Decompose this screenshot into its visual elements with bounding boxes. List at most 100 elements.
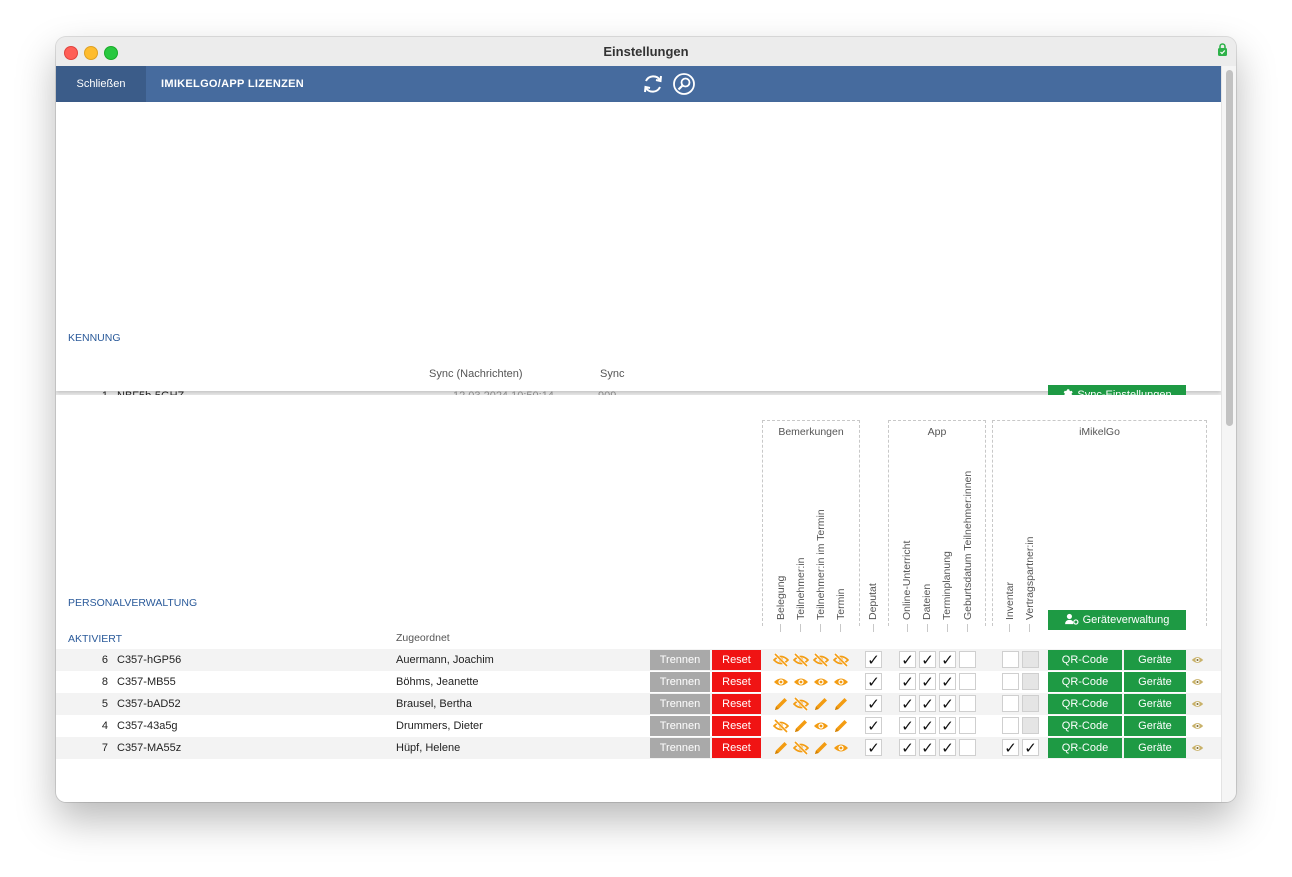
app-permission-checkbox[interactable]: ✓ (899, 673, 916, 690)
deputat-checkbox[interactable]: ✓ (865, 651, 882, 668)
eye-icon[interactable] (833, 741, 849, 755)
eye-slash-icon[interactable] (792, 696, 810, 712)
eye-icon[interactable] (773, 675, 789, 689)
imikelgo-permission-checkbox[interactable]: ✓ (1022, 739, 1039, 756)
qr-code-button[interactable]: QR-Code (1048, 672, 1122, 692)
qr-code-button[interactable]: QR-Code (1048, 738, 1122, 758)
device-code: C357-hGP56 (117, 654, 182, 666)
disconnect-button[interactable]: Trennen (650, 738, 710, 758)
eye-icon[interactable] (1191, 721, 1204, 731)
eye-icon[interactable] (1191, 655, 1204, 665)
imikelgo-permission-checkbox[interactable] (1002, 717, 1019, 734)
app-permission-checkbox[interactable]: ✓ (919, 651, 936, 668)
close-button[interactable]: Schließen (56, 66, 146, 102)
app-permission-checkbox[interactable]: ✓ (939, 695, 956, 712)
col-terminplanung: Terminplanung (941, 551, 953, 620)
disconnect-button[interactable]: Trennen (650, 716, 710, 736)
qr-code-button[interactable]: QR-Code (1048, 716, 1122, 736)
reset-button[interactable]: Reset (712, 738, 761, 758)
app-permission-checkbox[interactable]: ✓ (899, 695, 916, 712)
devices-button[interactable]: Geräte (1124, 738, 1186, 758)
scrollbar-thumb[interactable] (1226, 70, 1233, 426)
eye-icon[interactable] (813, 719, 829, 733)
pencil-icon[interactable] (833, 697, 849, 711)
table-row[interactable]: 6 C357-hGP56 Auermann, Joachim Trennen Reset… (56, 649, 1221, 671)
table-row[interactable]: 8 C357-MB55 Böhms, Jeanette Trennen Reset ✓ ✓ ✓… (56, 671, 1221, 693)
eye-icon[interactable] (793, 675, 809, 689)
app-permission-checkbox[interactable]: ✓ (919, 717, 936, 734)
eye-slash-icon[interactable] (772, 718, 790, 734)
eye-slash-icon[interactable] (792, 652, 810, 668)
deputat-checkbox[interactable]: ✓ (865, 739, 882, 756)
qr-code-button[interactable]: QR-Code (1048, 694, 1122, 714)
app-permission-checkbox[interactable]: ✓ (919, 695, 936, 712)
app-permission-checkbox[interactable] (959, 651, 976, 668)
disconnect-button[interactable]: Trennen (650, 694, 710, 714)
app-permission-checkbox[interactable]: ✓ (899, 717, 916, 734)
pencil-icon[interactable] (813, 741, 829, 755)
pencil-icon[interactable] (773, 697, 789, 711)
reset-button[interactable]: Reset (712, 694, 761, 714)
reset-button[interactable]: Reset (712, 716, 761, 736)
deputat-checkbox[interactable]: ✓ (865, 673, 882, 690)
devices-button[interactable]: Geräte (1124, 694, 1186, 714)
app-permission-checkbox[interactable]: ✓ (919, 739, 936, 756)
devices-button[interactable]: Geräte (1124, 650, 1186, 670)
app-permission-checkbox[interactable] (959, 717, 976, 734)
qr-code-button[interactable]: QR-Code (1048, 650, 1122, 670)
row-number: 5 (101, 698, 108, 710)
reset-button[interactable]: Reset (712, 650, 761, 670)
eye-slash-icon[interactable] (832, 652, 850, 668)
eye-icon[interactable] (813, 675, 829, 689)
disconnect-button[interactable]: Trennen (650, 672, 710, 692)
imikelgo-permission-checkbox[interactable]: ✓ (1002, 739, 1019, 756)
eye-slash-icon[interactable] (772, 652, 790, 668)
app-permission-checkbox[interactable]: ✓ (919, 673, 936, 690)
imikelgo-permission-checkbox[interactable] (1002, 695, 1019, 712)
deputat-checkbox[interactable]: ✓ (865, 717, 882, 734)
licenses-tab[interactable]: IMIKELGO/APP LIZENZEN (161, 66, 304, 102)
imikelgo-permission-checkbox[interactable] (1002, 673, 1019, 690)
app-permission-checkbox[interactable]: ✓ (899, 739, 916, 756)
eye-slash-icon[interactable] (812, 652, 830, 668)
pencil-icon[interactable] (793, 719, 809, 733)
scrollbar[interactable] (1221, 66, 1236, 802)
col-teilnehmer-termin: Teilnehmer:in im Termin (815, 509, 827, 620)
app-permission-checkbox[interactable]: ✓ (939, 651, 956, 668)
imikelgo-permission-checkbox[interactable] (1002, 651, 1019, 668)
kennung-panel: KENNUNG Sync (Nachrichten) Sync 1 NBF5b-… (56, 102, 1221, 405)
disconnect-button[interactable]: Trennen (650, 650, 710, 670)
table-row[interactable]: 7 C357-MA55z Hüpf, Helene Trennen Reset ✓ ✓ ✓ ✓ ✓… (56, 737, 1221, 759)
app-permission-checkbox[interactable]: ✓ (939, 717, 956, 734)
table-row[interactable]: 5 C357-bAD52 Brausel, Bertha Trennen Reset ✓ ✓… (56, 693, 1221, 715)
app-permission-checkbox[interactable] (959, 695, 976, 712)
tick (947, 624, 948, 632)
search-icon[interactable] (672, 72, 696, 96)
tick (780, 624, 781, 632)
app-permission-checkbox[interactable]: ✓ (899, 651, 916, 668)
eye-icon[interactable] (1191, 677, 1204, 687)
pencil-icon[interactable] (773, 741, 789, 755)
sync-icon[interactable] (641, 72, 665, 96)
eye-icon[interactable] (1191, 699, 1204, 709)
eye-icon[interactable] (833, 675, 849, 689)
app-permission-checkbox[interactable] (959, 673, 976, 690)
col-vertragspartner: Vertragspartner:in (1024, 536, 1036, 620)
app-permission-checkbox[interactable] (959, 739, 976, 756)
pencil-icon[interactable] (833, 719, 849, 733)
app-permission-checkbox[interactable]: ✓ (939, 739, 956, 756)
reset-button[interactable]: Reset (712, 672, 761, 692)
assigned-name: Brausel, Bertha (396, 698, 472, 710)
eye-icon[interactable] (1191, 743, 1204, 753)
devices-button[interactable]: Geräte (1124, 672, 1186, 692)
tick (927, 624, 928, 632)
deputat-checkbox[interactable]: ✓ (865, 695, 882, 712)
device-management-button[interactable]: Geräteverwaltung (1048, 610, 1186, 630)
eye-slash-icon[interactable] (792, 740, 810, 756)
row-number: 4 (101, 720, 108, 732)
app-permission-checkbox[interactable]: ✓ (939, 673, 956, 690)
devices-button[interactable]: Geräte (1124, 716, 1186, 736)
toolbar: Schließen IMIKELGO/APP LIZENZEN (56, 66, 1221, 102)
table-row[interactable]: 4 C357-43a5g Drummers, Dieter Trennen Reset ✓… (56, 715, 1221, 737)
pencil-icon[interactable] (813, 697, 829, 711)
